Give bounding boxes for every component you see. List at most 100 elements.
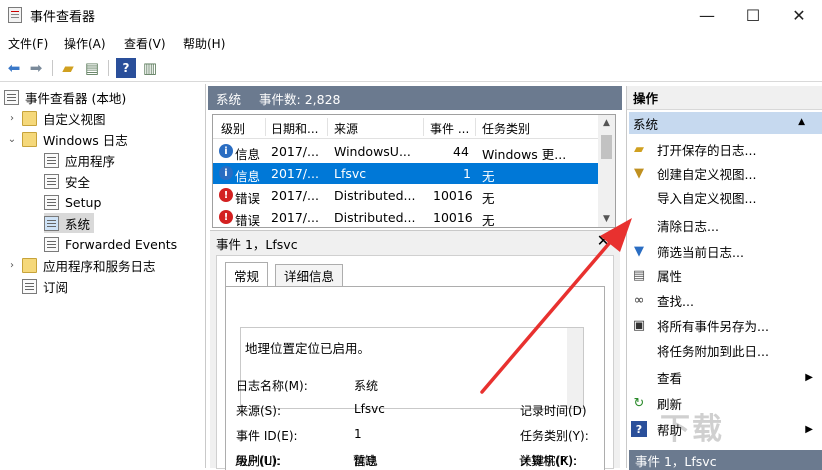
column-header-event-id[interactable]: 事件 ... <box>430 120 469 137</box>
tree-item-label: 订阅 <box>43 279 69 295</box>
tree-item-application[interactable]: 应用程序 <box>44 150 115 170</box>
actions-header: 操作 <box>627 86 822 110</box>
grid-scrollbar[interactable]: ▲ ▼ <box>598 115 615 227</box>
blank-icon <box>631 217 647 233</box>
close-button[interactable]: ✕ <box>776 0 822 30</box>
action-label: 将任务附加到此日... <box>657 343 769 359</box>
detail-close-button[interactable]: ✕ <box>597 231 610 250</box>
actions-group-system[interactable]: 系统 ▲ <box>629 112 822 134</box>
event-viewer-app-icon <box>8 7 22 23</box>
source-value: Lfsvc <box>354 402 385 416</box>
tree-item-label: 自定义视图 <box>43 111 106 127</box>
table-row[interactable]: ! 错误 2017/... Distributed... 10016 无 <box>213 207 599 227</box>
column-header-task[interactable]: 任务类别 <box>482 120 530 137</box>
tree-item-system[interactable]: 系统 <box>44 213 95 233</box>
log-name-label: 日志名称(M): <box>236 379 308 393</box>
menu-help[interactable]: 帮助(H) <box>183 35 225 52</box>
logged-label: 记录时间(D) <box>520 404 587 418</box>
error-icon: ! <box>219 188 233 202</box>
tree-item-security[interactable]: 安全 <box>44 171 90 191</box>
menu-bar: 文件(F) 操作(A) 查看(V) 帮助(H) <box>0 32 822 52</box>
toolbar-separator <box>52 60 53 76</box>
log-name: 系统 <box>216 91 242 107</box>
user-value: 暂缺 <box>353 454 378 468</box>
chevron-right-icon[interactable]: › <box>6 260 18 271</box>
log-icon <box>44 194 59 210</box>
watermark-logo: 下载 <box>660 412 724 447</box>
properties-icon: ▤ <box>632 267 646 283</box>
menu-action[interactable]: 操作(A) <box>64 35 106 52</box>
actions-group-event[interactable]: 事件 1，Lfsvc <box>629 450 822 470</box>
show-action-pane-icon[interactable]: ▥ <box>140 58 160 78</box>
action-label: 查找... <box>657 293 694 309</box>
tree-item-root[interactable]: 事件查看器 (本地) <box>4 87 126 107</box>
action-view[interactable]: 查看 ▶ <box>631 366 821 388</box>
info-icon: i <box>219 144 233 158</box>
description-scrollbar[interactable] <box>567 328 583 408</box>
log-icon <box>44 236 59 252</box>
tree-item-subscriptions[interactable]: 订阅 <box>22 276 68 296</box>
tree-item-windows-logs[interactable]: ⌄ Windows 日志 <box>6 129 128 149</box>
error-icon: ! <box>219 210 233 224</box>
tree-item-forwarded-events[interactable]: Forwarded Events <box>44 234 177 254</box>
action-properties[interactable]: ▤ 属性 <box>631 264 682 286</box>
event-viewer-icon <box>4 89 19 105</box>
table-row-selected[interactable]: i 信息 2017/... Lfsvc 1 无 <box>213 163 599 184</box>
tree-item-label: 安全 <box>65 174 91 190</box>
menu-file[interactable]: 文件(F) <box>8 35 48 52</box>
tree-item-label: Setup <box>65 194 102 210</box>
column-header-date[interactable]: 日期和... <box>271 120 318 137</box>
action-save-all-events[interactable]: ▣ 将所有事件另存为... <box>631 314 769 336</box>
action-attach-task[interactable]: 将任务附加到此日... <box>631 339 769 361</box>
action-find[interactable]: ∞ 查找... <box>631 289 694 311</box>
description-box: 地理位置定位已启用。 <box>240 327 584 409</box>
log-icon <box>44 173 59 189</box>
action-clear-log[interactable]: 清除日志... <box>631 214 719 236</box>
binoculars-icon: ∞ <box>633 292 645 308</box>
log-icon <box>44 152 59 168</box>
minimize-button[interactable]: — <box>684 0 730 30</box>
chevron-down-icon[interactable]: ⌄ <box>6 134 18 145</box>
help-icon: ? <box>631 421 647 437</box>
action-filter-current-log[interactable]: ▼ 筛选当前日志... <box>631 240 744 262</box>
user-label: 用户(U): <box>235 454 282 468</box>
blank-icon <box>631 342 647 358</box>
window-title: 事件查看器 <box>30 10 96 25</box>
action-create-custom-view[interactable]: ▼ 创建自定义视图... <box>631 162 756 184</box>
chevron-right-icon[interactable]: › <box>6 113 18 124</box>
folder-icon <box>22 110 37 126</box>
tree-item-label: Forwarded Events <box>65 236 178 252</box>
tree-item-label: 事件查看器 (本地) <box>25 90 127 106</box>
action-import-custom-view[interactable]: 导入自定义视图... <box>631 186 756 208</box>
tab-detailed-info[interactable]: 详细信息 <box>275 264 344 286</box>
table-row[interactable]: ! 错误 2017/... Distributed... 10016 无 <box>213 185 599 206</box>
show-hide-tree-icon[interactable]: ▤ <box>82 58 102 78</box>
event-id-value: 1 <box>354 427 362 441</box>
tree-item-setup[interactable]: Setup <box>44 192 101 212</box>
column-header-source[interactable]: 来源 <box>334 120 358 137</box>
table-row[interactable]: i 信息 2017/... WindowsU... 44 Windows 更..… <box>213 141 599 162</box>
action-label: 筛选当前日志... <box>657 244 744 260</box>
tree-item-app-services-logs[interactable]: › 应用程序和服务日志 <box>6 255 156 275</box>
event-id-label: 事件 ID(E): <box>236 429 298 443</box>
tab-general[interactable]: 常规 <box>225 262 269 287</box>
submenu-arrow-icon: ▶ <box>805 423 813 435</box>
log-icon <box>44 215 59 231</box>
folder-up-icon[interactable]: ▰ <box>58 58 78 78</box>
action-open-saved-log[interactable]: ▰ 打开保存的日志... <box>631 138 756 160</box>
submenu-arrow-icon: ▶ <box>805 371 813 383</box>
toolbar: ⬅ ➡ ▰ ▤ ? ▥ <box>0 54 822 82</box>
column-header-level[interactable]: 级别 <box>221 120 245 137</box>
filter-icon: ▼ <box>634 165 644 181</box>
help-icon[interactable]: ? <box>116 58 136 78</box>
back-arrow-icon[interactable]: ⬅ <box>4 58 24 78</box>
scroll-down-icon[interactable]: ▼ <box>598 211 615 227</box>
maximize-button[interactable]: ☐ <box>730 0 776 30</box>
forward-arrow-icon[interactable]: ➡ <box>26 58 46 78</box>
tree-item-custom-views[interactable]: › 自定义视图 <box>6 108 106 128</box>
menu-view[interactable]: 查看(V) <box>124 35 166 52</box>
scroll-up-icon[interactable]: ▲ <box>598 115 615 131</box>
log-header-bar: 系统 事件数: 2,828 <box>208 86 622 110</box>
collapse-up-icon[interactable]: ▲ <box>798 117 805 127</box>
scroll-thumb[interactable] <box>601 135 612 159</box>
